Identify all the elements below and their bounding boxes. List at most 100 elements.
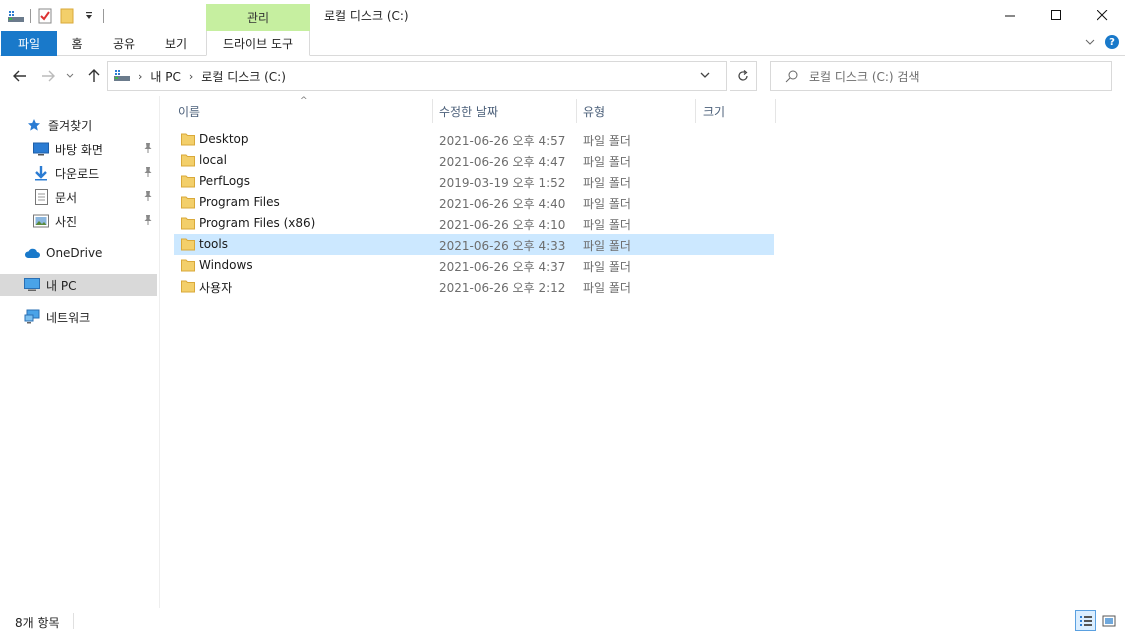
title-bar: 관리 로컬 디스크 (C:) <box>0 0 1125 31</box>
nav-item-pictures[interactable]: 사진 <box>0 210 157 232</box>
file-type: 파일 폴더 <box>583 155 631 169</box>
file-row[interactable]: PerfLogs 2019-03-19 오후 1:52 파일 폴더 <box>174 171 774 192</box>
nav-item-label: 다운로드 <box>55 166 100 181</box>
quick-access-toolbar <box>8 6 104 26</box>
file-row[interactable]: Program Files (x86) 2021-06-26 오후 4:10 파일 … <box>174 213 774 234</box>
breadcrumb-chevron-icon[interactable]: › <box>138 70 142 83</box>
nav-item-downloads[interactable]: 다운로드 <box>0 162 157 184</box>
large-icons-view-button[interactable] <box>1098 610 1119 631</box>
minimize-button[interactable] <box>987 0 1033 31</box>
address-bar[interactable]: › 내 PC › 로컬 디스크 (C:) <box>107 61 727 91</box>
up-button[interactable] <box>84 66 104 86</box>
file-row[interactable]: Windows 2021-06-26 오후 4:37 파일 폴더 <box>174 255 774 276</box>
customize-toolbar-icon[interactable] <box>81 8 97 24</box>
toolbar-divider <box>103 9 104 23</box>
tab-file[interactable]: 파일 <box>1 31 57 56</box>
expand-ribbon-button[interactable] <box>1085 35 1095 49</box>
item-count: 8개 항목 <box>15 616 60 630</box>
column-divider[interactable] <box>432 99 433 123</box>
search-icon <box>785 70 798 83</box>
search-box[interactable]: 로컬 디스크 (C:) 검색 <box>770 61 1112 91</box>
status-bar: 8개 항목 <box>0 608 1125 634</box>
cloud-icon <box>24 245 40 261</box>
forward-button[interactable] <box>38 66 58 86</box>
pin-icon[interactable] <box>143 166 153 181</box>
nav-item-desktop[interactable]: 바탕 화면 <box>0 138 157 160</box>
computer-icon <box>24 277 40 293</box>
navigation-pane: 즐겨찾기 바탕 화면 다운로드 문서 사진 OneDrive 내 PC 네트워크 <box>0 96 160 608</box>
file-modified-date: 2021-06-26 오후 4:33 <box>439 239 566 253</box>
column-divider[interactable] <box>775 99 776 123</box>
drive-icon[interactable] <box>8 8 24 24</box>
file-modified-date: 2021-06-26 오후 4:40 <box>439 197 566 211</box>
ribbon-tab-bar: 파일 홈 공유 보기 드라이브 도구 ? <box>0 31 1125 56</box>
breadcrumb-this-pc[interactable]: 내 PC <box>150 68 180 85</box>
file-row[interactable]: tools 2021-06-26 오후 4:33 파일 폴더 <box>174 234 774 255</box>
file-row[interactable]: Program Files 2021-06-26 오후 4:40 파일 폴더 <box>174 192 774 213</box>
breadcrumb-local-disk[interactable]: 로컬 디스크 (C:) <box>201 68 286 85</box>
new-folder-icon[interactable] <box>59 8 75 24</box>
help-button[interactable]: ? <box>1105 35 1119 49</box>
file-type: 파일 폴더 <box>583 260 631 274</box>
file-type: 파일 폴더 <box>583 197 631 211</box>
maximize-button[interactable] <box>1033 0 1079 31</box>
folder-icon <box>181 237 195 251</box>
tab-share[interactable]: 공유 <box>101 31 147 56</box>
column-header-type[interactable]: 유형 <box>583 99 695 123</box>
tab-view[interactable]: 보기 <box>151 31 201 56</box>
folder-icon <box>181 195 195 209</box>
nav-item-network[interactable]: 네트워크 <box>0 306 157 328</box>
properties-icon[interactable] <box>37 8 53 24</box>
chevron-down-icon <box>1085 39 1095 45</box>
address-history-button[interactable] <box>700 68 710 82</box>
close-button[interactable] <box>1079 0 1125 31</box>
tab-drive-tools[interactable]: 드라이브 도구 <box>206 31 310 56</box>
desktop-icon <box>33 141 49 157</box>
status-divider <box>73 613 74 629</box>
column-divider[interactable] <box>576 99 577 123</box>
file-type: 파일 폴더 <box>583 176 631 190</box>
nav-item-label: 네트워크 <box>46 310 91 325</box>
close-icon <box>1096 10 1107 21</box>
folder-icon <box>181 153 195 167</box>
column-header-date[interactable]: 수정한 날짜 <box>439 99 576 123</box>
refresh-icon <box>738 70 748 81</box>
ribbon-right-controls: ? <box>1085 35 1119 49</box>
file-name: Program Files (x86) <box>199 216 316 230</box>
breadcrumb-chevron-icon[interactable]: › <box>189 70 193 83</box>
details-view-button[interactable] <box>1075 610 1096 631</box>
pin-icon[interactable] <box>143 214 153 229</box>
window-title: 로컬 디스크 (C:) <box>324 9 409 23</box>
file-type: 파일 폴더 <box>583 239 631 253</box>
nav-item-label: 사진 <box>55 214 78 229</box>
refresh-button[interactable] <box>730 61 757 91</box>
nav-item-documents[interactable]: 문서 <box>0 186 157 208</box>
file-row[interactable]: local 2021-06-26 오후 4:47 파일 폴더 <box>174 150 774 171</box>
column-header-name[interactable]: 이름 <box>178 99 432 123</box>
drive-icon <box>114 69 130 84</box>
file-row[interactable]: Desktop 2021-06-26 오후 4:57 파일 폴더 <box>174 129 774 150</box>
file-name: Desktop <box>199 132 249 146</box>
pin-icon[interactable] <box>143 190 153 205</box>
file-type: 파일 폴더 <box>583 134 631 148</box>
recent-locations-button[interactable] <box>63 66 77 86</box>
back-button[interactable] <box>10 66 30 86</box>
download-icon <box>33 165 49 181</box>
view-switcher <box>1075 610 1119 631</box>
nav-item-this-pc[interactable]: 내 PC <box>0 274 157 296</box>
file-modified-date: 2021-06-26 오후 4:10 <box>439 218 566 232</box>
pin-icon[interactable] <box>143 142 153 157</box>
column-header-size[interactable]: 크기 <box>703 99 775 123</box>
nav-item-onedrive[interactable]: OneDrive <box>0 242 157 264</box>
chevron-down-icon <box>66 73 74 78</box>
toolbar-divider <box>30 9 31 23</box>
file-modified-date: 2021-06-26 오후 4:37 <box>439 260 566 274</box>
nav-quick-access[interactable]: 즐겨찾기 <box>0 114 157 136</box>
large-icons-view-icon <box>1102 615 1115 626</box>
column-divider[interactable] <box>695 99 696 123</box>
file-modified-date: 2021-06-26 오후 2:12 <box>439 281 566 295</box>
tab-home[interactable]: 홈 <box>57 31 97 56</box>
network-icon <box>24 309 40 325</box>
window-controls <box>987 0 1125 31</box>
file-row[interactable]: 사용자 2021-06-26 오후 2:12 파일 폴더 <box>174 276 774 297</box>
